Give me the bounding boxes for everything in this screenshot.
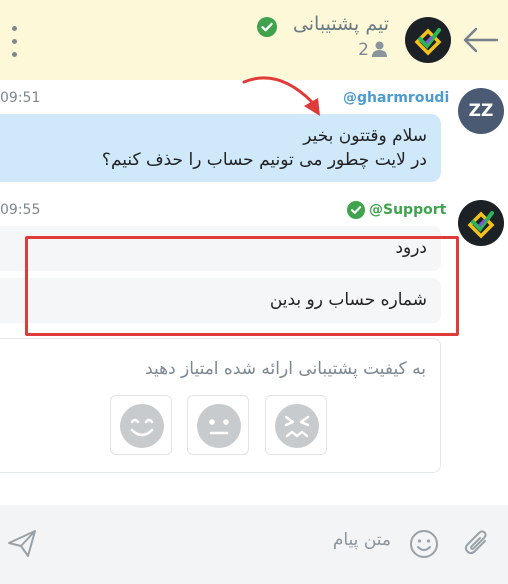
message-sender[interactable]: @gharmroudi [343, 90, 449, 106]
back-arrow-icon[interactable] [463, 27, 499, 53]
rating-card: به کیفیت پشتیبانی ارائه شده امتیاز دهید [0, 338, 441, 473]
member-count: 2 [358, 40, 369, 60]
rate-sad-button[interactable] [265, 395, 327, 455]
user-avatar[interactable]: ZZ [458, 88, 504, 134]
rate-happy-button[interactable] [110, 395, 172, 455]
chat-screen: تیم پشتیبانی 2 09:51 @gharmroudi ZZ سلام… [0, 0, 508, 584]
message-input[interactable]: متن پیام [333, 530, 391, 550]
logo-icon [414, 28, 442, 56]
attach-icon[interactable] [463, 527, 491, 559]
neutral-face-icon [197, 404, 241, 448]
message-line: سلام وقتتون بخیر [303, 126, 427, 146]
happy-face-icon [120, 404, 164, 448]
message-time: 09:55 [0, 202, 41, 218]
message-time: 09:51 [0, 90, 41, 106]
chat-header: تیم پشتیبانی 2 [0, 0, 508, 80]
message-input-bar: متن پیام [0, 505, 508, 584]
verified-check-icon [257, 17, 277, 37]
annotation-highlight [25, 236, 459, 336]
message-line: در لایت چطور می تونیم حساب را حذف کنیم؟ [101, 150, 427, 170]
members-icon [372, 41, 387, 57]
group-avatar[interactable] [405, 17, 451, 63]
logo-icon [467, 211, 495, 239]
message-bubble[interactable]: سلام وقتتون بخیر در لایت چطور می تونیم ح… [0, 114, 441, 182]
chat-title: تیم پشتیبانی [292, 13, 389, 35]
rating-prompt: به کیفیت پشتیبانی ارائه شده امتیاز دهید [145, 359, 426, 379]
rate-neutral-button[interactable] [187, 395, 249, 455]
emoji-icon[interactable] [409, 529, 439, 559]
message-sender[interactable]: @Support [369, 202, 446, 218]
verified-check-icon [347, 201, 365, 219]
annotation-arrow [242, 76, 320, 116]
sad-face-icon [275, 404, 319, 448]
more-vert-icon[interactable] [7, 24, 23, 60]
support-avatar[interactable] [458, 200, 504, 246]
send-icon[interactable] [6, 527, 38, 559]
